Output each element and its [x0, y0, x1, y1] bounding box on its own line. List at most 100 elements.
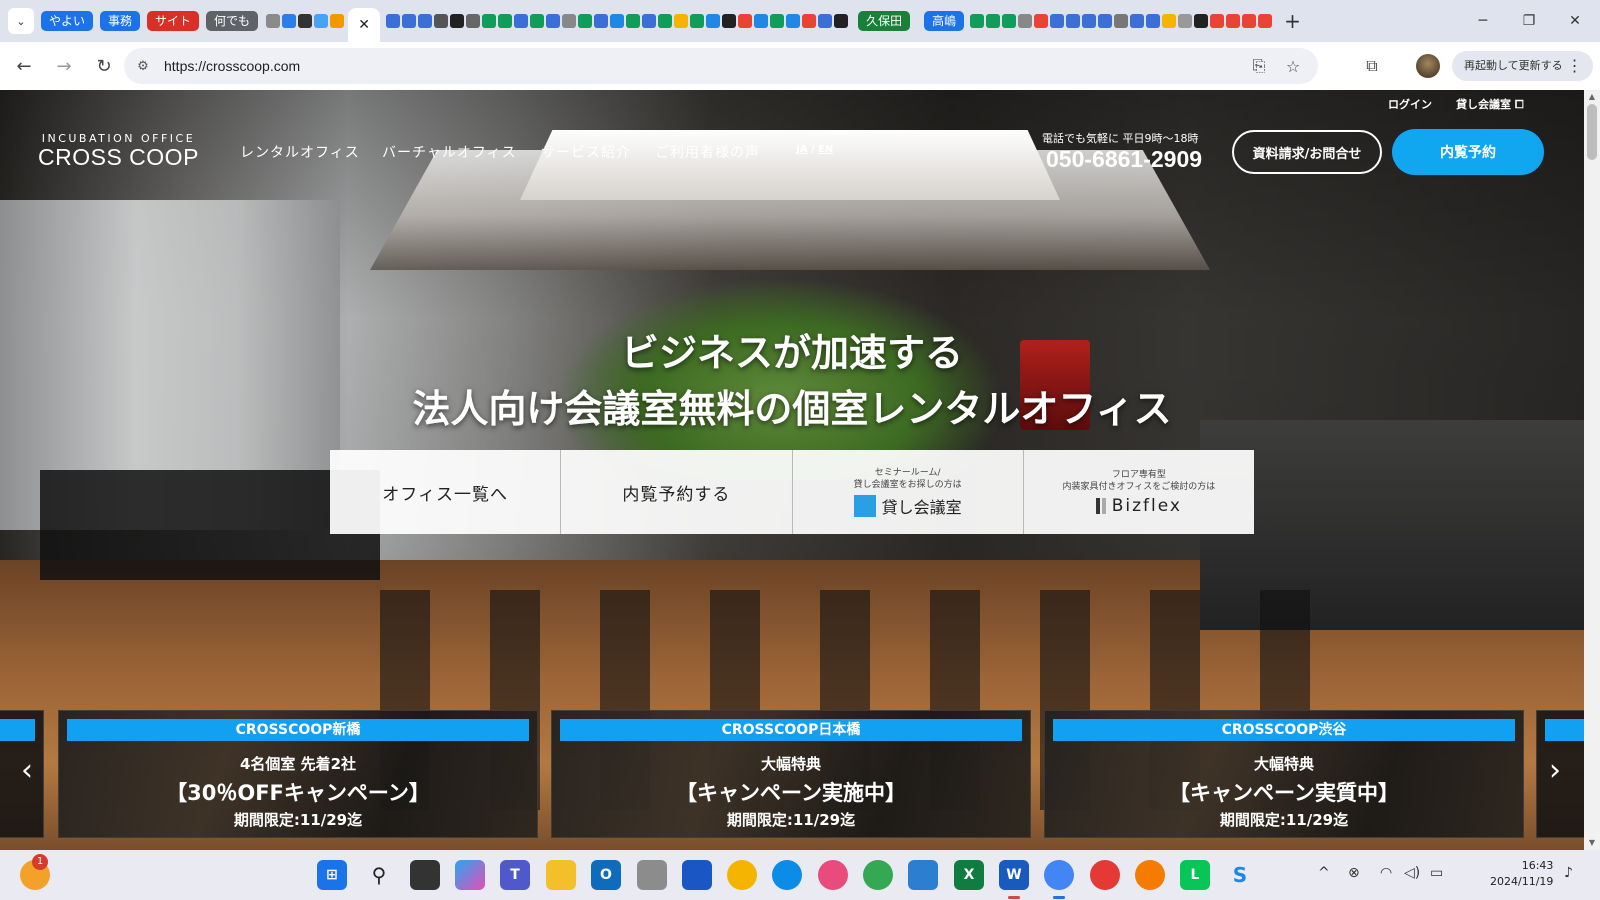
restart-update-button[interactable]: 再起動して更新する ⋮ — [1452, 51, 1593, 81]
nav-services[interactable]: サービス紹介 — [541, 142, 631, 162]
nav-virtual-office[interactable]: バーチャルオフィス — [382, 142, 517, 162]
word-icon[interactable]: W — [999, 860, 1029, 890]
lang-en-link[interactable]: EN — [818, 144, 833, 155]
campaign-line-2: 【キャンペーン実質中】 — [1169, 781, 1399, 805]
clock-date: 2024/11/19 — [1490, 875, 1554, 888]
chrome-icon[interactable] — [1044, 860, 1074, 890]
app-icon-6[interactable] — [1090, 860, 1120, 890]
campaign-line-3: 期間限定:11/29迄 — [726, 811, 856, 829]
tray-app-icon[interactable]: ⊗ — [1348, 865, 1360, 881]
nav-rental-office[interactable]: レンタルオフィス — [240, 142, 360, 162]
volume-icon[interactable]: ◁) — [1404, 865, 1420, 881]
campaign-slide-shibuya[interactable]: CROSSCOOP渋谷 大幅特典 【キャンペーン実質中】 期間限定:11/29迄 — [1044, 710, 1524, 838]
tab-group-yayoi[interactable]: やよい — [41, 11, 94, 31]
page-viewport: ログイン 貸し会議室 ⧠ INCUBATION OFFICE CROSS COO… — [0, 90, 1584, 850]
close-window-icon[interactable]: ✕ — [1552, 0, 1598, 42]
phone-number[interactable]: 050-6861-2909 — [1046, 146, 1202, 173]
active-tab-close-icon[interactable]: ✕ — [348, 8, 381, 42]
app-icon-3[interactable] — [727, 860, 757, 890]
app-icon-8[interactable]: S — [1225, 860, 1255, 890]
restore-icon[interactable]: ❐ — [1506, 0, 1552, 42]
campaign-slide-shimbashi[interactable]: CROSSCOOP新橋 4名個室 先着2社 【30％OFFキャンペーン】 期間限… — [58, 710, 538, 838]
start-icon[interactable]: ⊞ — [317, 860, 347, 890]
app-icon-2[interactable] — [682, 860, 712, 890]
tab-group-kubota[interactable]: 久保田 — [858, 11, 911, 31]
address-bar[interactable]: ⚙ https://crosscoop.com ⎘ ☆ — [124, 48, 1318, 84]
notification-badge: 1 — [32, 854, 48, 870]
seminar-note-1: セミナールーム/ — [874, 467, 941, 478]
tab-group-nandemo[interactable]: 何でも — [206, 11, 259, 31]
bookmark-star-icon[interactable]: ☆ — [1278, 48, 1308, 84]
system-clock[interactable]: 16:43 2024/11/19 — [1490, 858, 1553, 890]
line-icon[interactable]: L — [1180, 860, 1210, 890]
tab-group-takashima[interactable]: 高嶋 — [924, 11, 965, 31]
nav-testimonials[interactable]: ご利用者様の声 — [655, 142, 760, 162]
file-explorer-icon[interactable] — [546, 860, 576, 890]
scrollbar-thumb[interactable] — [1587, 104, 1597, 160]
excel-icon[interactable]: X — [954, 860, 984, 890]
new-tab-button[interactable]: + — [1284, 9, 1301, 33]
menu-kebab-icon[interactable]: ⋮ — [1567, 51, 1583, 81]
slider-prev-icon[interactable]: ‹ — [12, 750, 42, 790]
chrome-profile-icon[interactable] — [863, 860, 893, 890]
site-info-icon[interactable]: ⚙ — [128, 51, 158, 81]
language-switcher: JA / EN — [796, 144, 833, 155]
slider-next-icon[interactable]: › — [1540, 750, 1570, 790]
profile-avatar[interactable] — [1416, 54, 1440, 78]
app-icon-7[interactable] — [1135, 860, 1165, 890]
office-list-label: オフィス一覧へ — [382, 484, 508, 505]
app-icon-5[interactable] — [908, 860, 938, 890]
app-icon-1[interactable] — [637, 860, 667, 890]
extensions-icon[interactable]: ⧉ — [1354, 48, 1390, 84]
reload-icon[interactable]: ↻ — [86, 48, 122, 84]
back-icon[interactable]: ← — [6, 48, 42, 84]
office-list-button[interactable]: オフィス一覧へ — [330, 450, 562, 534]
tab-search-icon[interactable]: ⌄ — [8, 8, 34, 34]
bizflex-logo-icon — [1095, 497, 1106, 514]
campaign-line-1: 大幅特典 — [760, 755, 821, 773]
scroll-down-icon[interactable]: ▼ — [1584, 836, 1600, 850]
forward-icon[interactable]: → — [46, 48, 82, 84]
search-icon[interactable]: ⚲ — [364, 860, 394, 890]
meeting-room-logo-icon — [853, 494, 876, 517]
battery-icon[interactable]: ▭ — [1430, 865, 1443, 881]
campaign-tag: CROSSCOOP新橋 — [67, 719, 529, 741]
page-scrollbar[interactable]: ▲ ▼ — [1584, 90, 1600, 850]
request-docs-button[interactable]: 資料請求/お問合せ — [1232, 130, 1382, 174]
hero-headline-1: ビジネスが加速する — [620, 331, 963, 375]
tray-overflow-icon[interactable]: ^ — [1318, 865, 1330, 881]
meeting-room-hero-button[interactable]: セミナールーム/ 貸し会議室をお探しの方は 貸し会議室 — [792, 450, 1024, 534]
campaign-line-2: 【キャンペーン実施中】 — [676, 781, 906, 805]
campaign-line-1: 4名個室 先着2社 — [239, 755, 357, 773]
copilot-icon[interactable] — [455, 860, 485, 890]
tab-favicons[interactable] — [386, 14, 849, 28]
edge-icon[interactable] — [772, 860, 802, 890]
tab-group-jimu[interactable]: 事務 — [100, 11, 141, 31]
wifi-icon[interactable]: ◠ — [1380, 865, 1392, 881]
book-tour-button[interactable]: 内覧予約 — [1392, 129, 1544, 175]
teams-icon[interactable]: T — [500, 860, 530, 890]
url-text[interactable]: https://crosscoop.com — [164, 58, 300, 74]
tab-group-site[interactable]: サイト — [147, 11, 200, 31]
lang-ja-link[interactable]: JA — [796, 144, 807, 155]
logo-wordmark: CROSS COOP — [38, 144, 199, 170]
meeting-room-link[interactable]: 貸し会議室 ⧠ — [1456, 96, 1524, 112]
bizflex-hero-button[interactable]: フロア専有型 内装家具付きオフィスをご検討の方は Bizflex — [1023, 450, 1254, 534]
notification-bell-icon[interactable]: ♪ — [1564, 865, 1573, 881]
login-link[interactable]: ログイン — [1388, 96, 1432, 112]
outlook-icon[interactable]: O — [591, 860, 621, 890]
bizflex-brand-label: Bizflex — [1111, 495, 1182, 516]
browser-toolbar: ← → ↻ ⚙ https://crosscoop.com ⎘ ☆ ⧉ 再起動し… — [0, 42, 1600, 90]
app-icon-4[interactable] — [818, 860, 848, 890]
hero-bg-counter — [40, 470, 380, 580]
campaign-line-3: 期間限定:11/29迄 — [1219, 811, 1349, 829]
site-logo[interactable]: INCUBATION OFFICE CROSS COOP — [38, 132, 199, 169]
book-tour-hero-button[interactable]: 内覧予約する — [561, 450, 793, 534]
task-view-icon[interactable] — [410, 860, 440, 890]
minimize-icon[interactable]: ─ — [1460, 0, 1506, 42]
pinned-tab-favicons[interactable] — [266, 14, 345, 28]
install-app-icon[interactable]: ⎘ — [1244, 48, 1274, 84]
tab-favicons-right[interactable] — [970, 14, 1273, 28]
campaign-slide-nihonbashi[interactable]: CROSSCOOP日本橋 大幅特典 【キャンペーン実施中】 期間限定:11/29… — [551, 710, 1031, 838]
scroll-up-icon[interactable]: ▲ — [1584, 90, 1600, 104]
